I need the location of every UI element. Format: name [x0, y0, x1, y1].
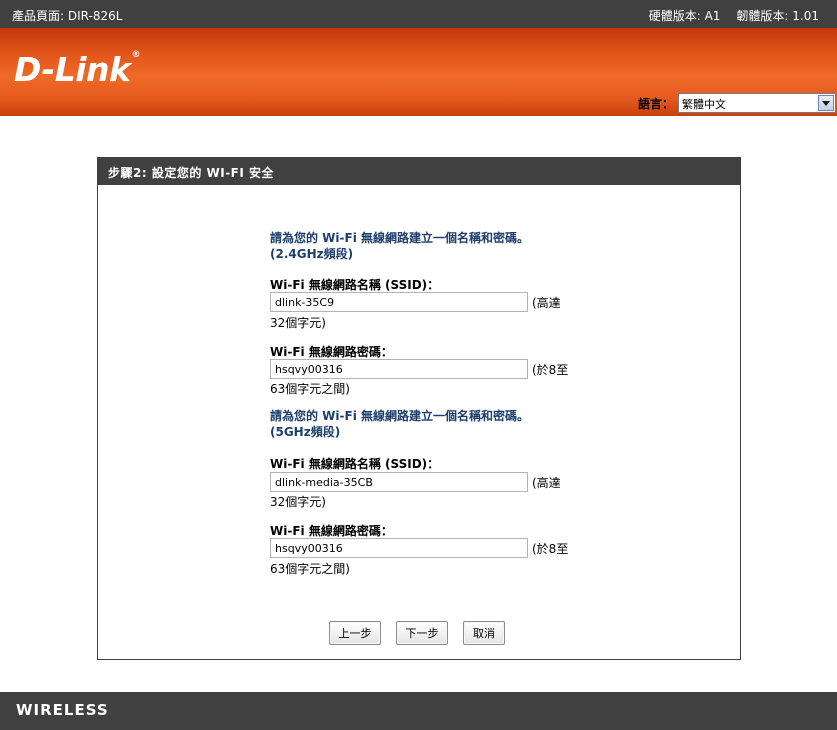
band-24-ssid-input[interactable]	[270, 292, 528, 312]
band-5-title: 請為您的 Wi-Fi 無線網路建立一個名稱和密碼。 (5GHz頻段)	[270, 409, 529, 439]
band-24-password-hint-cont: 63個字元之間)	[270, 382, 350, 396]
band-24-title: 請為您的 Wi-Fi 無線網路建立一個名稱和密碼。 (2.4GHz頻段)	[270, 231, 529, 261]
band-5-password-hint: (於8至	[532, 542, 569, 556]
band-24-password-input[interactable]	[270, 359, 528, 379]
next-button[interactable]: 下一步	[396, 621, 448, 645]
band-5-password-label: Wi-Fi 無線網路密碼：	[270, 524, 393, 538]
band-5-ssid-hint-cont: 32個字元)	[270, 495, 326, 509]
band-24-ssid-hint-cont: 32個字元)	[270, 316, 326, 330]
firmware-version: 韌體版本: 1.01	[736, 9, 819, 23]
band-24-password-hint: (於8至	[532, 363, 569, 377]
footer-wireless-label: WIRELESS	[16, 701, 109, 719]
band-5-ssid-hint: (高達	[532, 476, 561, 490]
hardware-version: 硬體版本: A1	[648, 9, 721, 23]
band-5-ssid-input[interactable]	[270, 472, 528, 492]
band-5-password-hint-cont: 63個字元之間)	[270, 562, 350, 576]
language-selected-value: 繁體中文	[682, 98, 727, 111]
footer-bar: WIRELESS	[0, 692, 837, 730]
version-info: 硬體版本: A1 韌體版本: 1.01	[649, 7, 819, 24]
product-page-label: 產品頁面: DIR-826L	[12, 9, 123, 23]
top-info-bar: 產品頁面: DIR-826L 硬體版本: A1 韌體版本: 1.01	[0, 0, 837, 28]
wifi-security-panel: 步驟2: 設定您的 WI-FI 安全 請為您的 Wi-Fi 無線網路建立一個名稱…	[97, 157, 741, 660]
prev-button[interactable]: 上一步	[329, 621, 381, 645]
dlink-logo: D-Link®	[14, 50, 140, 89]
header-banner: D-Link® 語言： 繁體中文	[0, 28, 837, 116]
chevron-down-icon[interactable]	[818, 95, 835, 111]
band-24-ssid-label: Wi-Fi 無線網路名稱 (SSID)：	[270, 278, 440, 292]
cancel-button[interactable]: 取消	[463, 621, 505, 645]
band-24-password-label: Wi-Fi 無線網路密碼：	[270, 345, 393, 359]
language-dropdown[interactable]: 繁體中文	[678, 93, 837, 113]
language-label: 語言：	[638, 96, 675, 111]
panel-title: 步驟2: 設定您的 WI-FI 安全	[98, 158, 740, 185]
language-selector: 語言： 繁體中文	[638, 92, 837, 114]
band-24-ssid-hint: (高達	[532, 296, 561, 310]
band-5-ssid-label: Wi-Fi 無線網路名稱 (SSID)：	[270, 457, 440, 471]
band-5-password-input[interactable]	[270, 538, 528, 558]
